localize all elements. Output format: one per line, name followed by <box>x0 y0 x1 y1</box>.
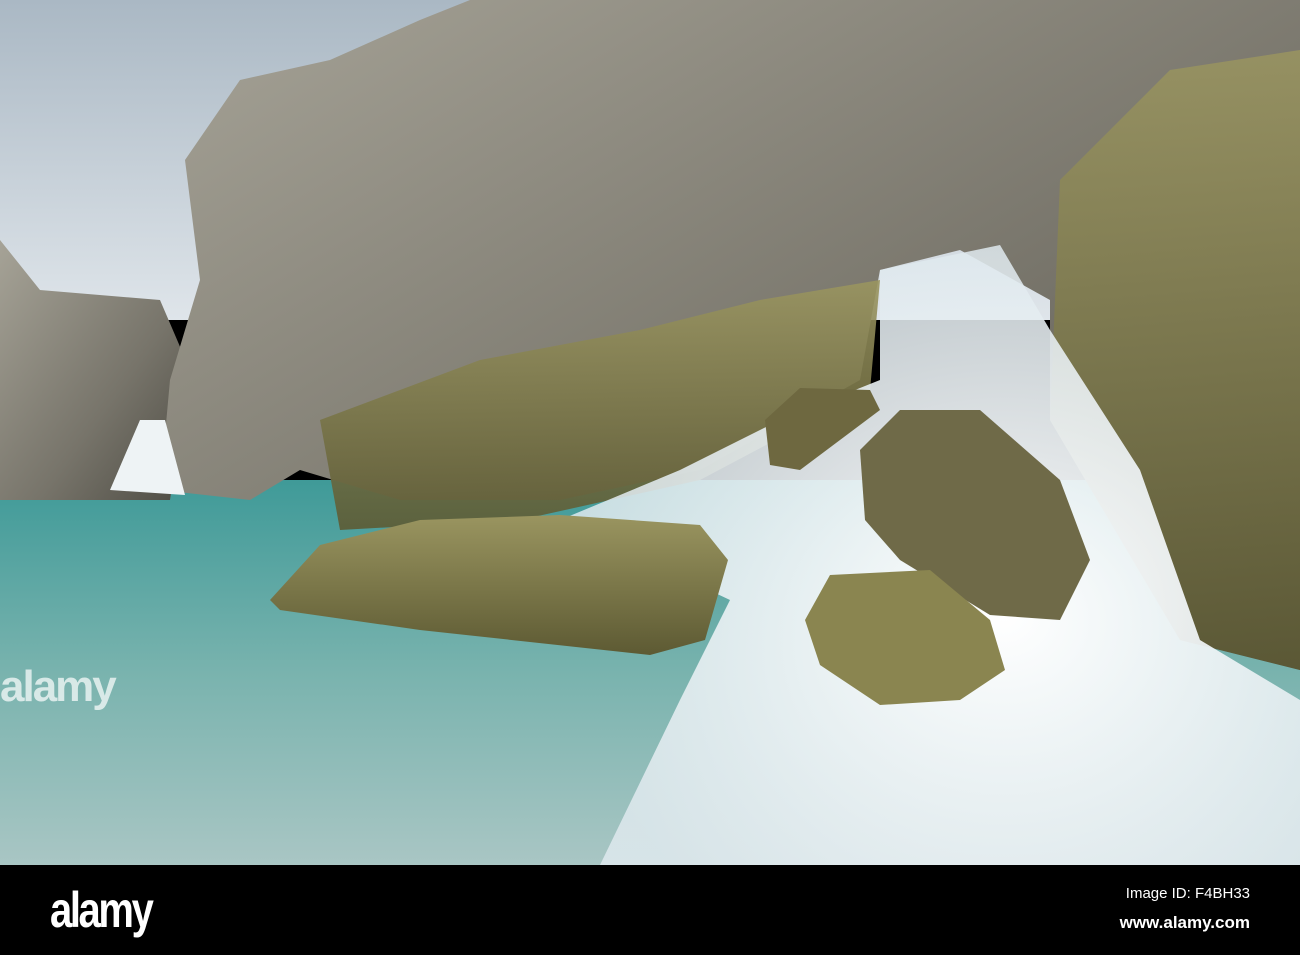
site-url: www.alamy.com <box>1119 913 1250 932</box>
stock-photo: alamy alamy Image ID: F4BH33 www.alamy.c… <box>0 0 1300 955</box>
image-id: Image ID: F4BH33 <box>1125 885 1250 902</box>
waterfall-photo <box>0 0 1300 865</box>
watermark-logo: alamy <box>0 662 117 711</box>
watermark-bar: alamy Image ID: F4BH33 www.alamy.com <box>0 865 1300 955</box>
alamy-logo: alamy <box>50 882 154 938</box>
